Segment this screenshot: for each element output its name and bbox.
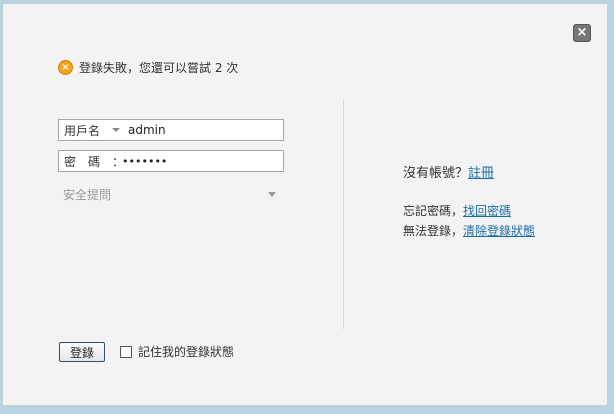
vertical-divider	[343, 99, 344, 329]
username-input[interactable]	[128, 123, 283, 137]
security-question-select[interactable]: 安全提問	[58, 184, 284, 204]
login-error-message: × 登錄失敗，您還可以嘗試 2 次	[58, 59, 238, 75]
forgot-password-text: 忘記密碼，	[403, 204, 464, 218]
recover-password-link[interactable]: 找回密碼	[463, 204, 511, 218]
password-label: 密 碼 ：	[64, 154, 125, 169]
remember-label: 記住我的登錄狀態	[138, 345, 235, 359]
username-label: 用戶名	[64, 123, 101, 138]
cannot-login-row: 無法登錄，清除登錄狀態	[403, 222, 535, 239]
forgot-password-row: 忘記密碼，找回密碼	[403, 202, 511, 219]
remember-checkbox[interactable]	[120, 345, 132, 358]
remember-me[interactable]: 記住我的登錄狀態	[120, 343, 234, 360]
clear-login-status-link[interactable]: 清除登錄狀態	[463, 224, 535, 238]
no-account-text: 沒有帳號？	[403, 166, 469, 181]
no-account-row: 沒有帳號？註冊	[403, 162, 494, 181]
close-icon[interactable]: ×	[573, 24, 591, 42]
error-icon: ×	[58, 59, 73, 75]
security-question-placeholder: 安全提問	[63, 187, 112, 202]
cannot-login-text: 無法登錄，	[403, 224, 464, 238]
error-text: 登錄失敗，您還可以嘗試 2 次	[79, 60, 239, 75]
chevron-down-icon	[268, 191, 276, 197]
register-link[interactable]: 註冊	[468, 166, 494, 181]
username-field: 用戶名	[58, 119, 284, 141]
password-field: 密 碼 ：	[58, 150, 284, 172]
chevron-down-icon[interactable]	[112, 128, 120, 132]
password-input[interactable]	[122, 154, 283, 168]
login-dialog: × × 登錄失敗，您還可以嘗試 2 次 用戶名 密 碼 ： 安全提問 沒有帳號？…	[2, 3, 608, 406]
login-button[interactable]: 登錄	[59, 342, 105, 362]
